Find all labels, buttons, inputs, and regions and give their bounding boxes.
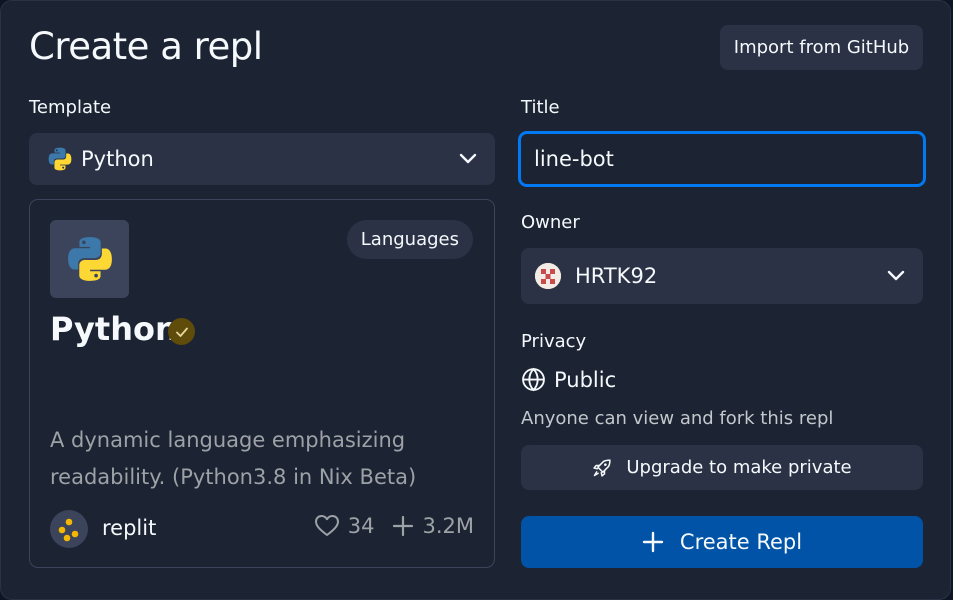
likes-count: 34 bbox=[347, 514, 375, 538]
python-icon bbox=[47, 146, 73, 172]
create-repl-label: Create Repl bbox=[679, 530, 803, 554]
create-repl-button[interactable]: Create Repl bbox=[521, 516, 923, 568]
template-description: A dynamic language emphasizing readabili… bbox=[50, 428, 417, 489]
owner-select-value: HRTK92 bbox=[575, 264, 658, 288]
owner-select[interactable]: HRTK92 bbox=[521, 248, 923, 304]
upgrade-button-label: Upgrade to make private bbox=[626, 457, 852, 478]
privacy-label: Privacy bbox=[521, 331, 587, 352]
template-tile bbox=[50, 220, 129, 298]
title-input[interactable] bbox=[518, 131, 926, 187]
chevron-down-icon bbox=[887, 270, 905, 281]
template-card[interactable]: Languages Python A dynamic language emph… bbox=[29, 199, 495, 568]
upgrade-to-private-button[interactable]: Upgrade to make private bbox=[521, 445, 923, 490]
page-title: Create a repl bbox=[29, 25, 263, 68]
template-author[interactable]: replit bbox=[102, 516, 156, 540]
template-name: Python bbox=[50, 310, 178, 348]
plus-icon bbox=[393, 515, 414, 537]
rocket-icon bbox=[593, 458, 612, 477]
privacy-value: Public bbox=[521, 367, 616, 392]
chevron-down-icon bbox=[459, 153, 477, 164]
forks-count: 3.2M bbox=[422, 514, 474, 538]
heart-icon[interactable] bbox=[314, 514, 340, 538]
template-stats: 34 3.2M bbox=[314, 514, 474, 538]
verified-badge bbox=[168, 318, 195, 345]
globe-icon bbox=[522, 367, 545, 392]
owner-label: Owner bbox=[521, 212, 580, 233]
plus-icon bbox=[642, 531, 664, 553]
template-select-value: Python bbox=[81, 147, 154, 171]
replit-avatar bbox=[50, 510, 88, 548]
checkmark-icon bbox=[175, 327, 188, 337]
template-label: Template bbox=[29, 97, 112, 118]
python-logo-icon bbox=[67, 237, 112, 281]
owner-avatar bbox=[535, 263, 561, 289]
privacy-value-text: Public bbox=[554, 367, 617, 392]
title-label: Title bbox=[521, 97, 560, 118]
create-repl-dialog: Create a repl Import from GitHub Templat… bbox=[0, 0, 951, 600]
privacy-description: Anyone can view and fork this repl bbox=[521, 408, 834, 429]
template-select[interactable]: Python bbox=[29, 133, 495, 185]
languages-badge[interactable]: Languages bbox=[346, 220, 473, 259]
import-from-github-button[interactable]: Import from GitHub bbox=[720, 25, 923, 70]
